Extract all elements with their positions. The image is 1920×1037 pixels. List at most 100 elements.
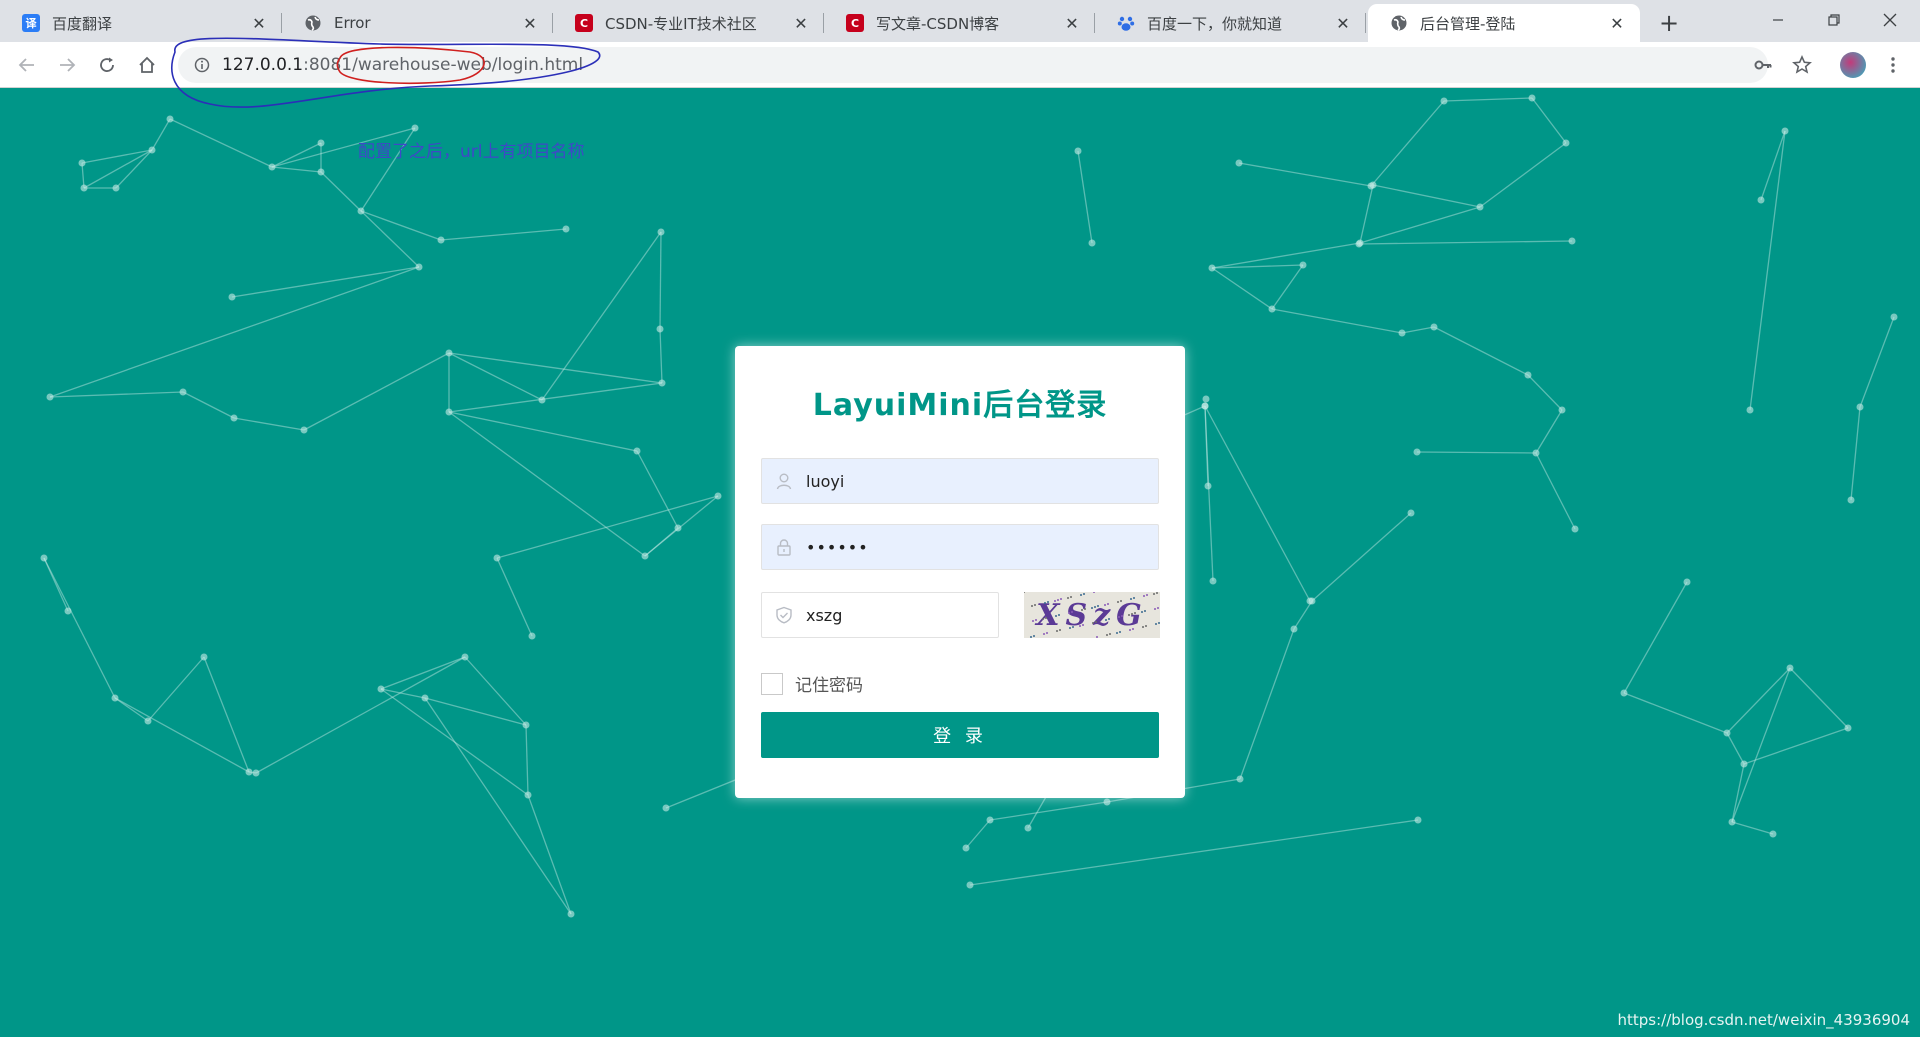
remember-checkbox[interactable] xyxy=(761,672,783,695)
network-edge xyxy=(1211,242,1361,269)
network-edge xyxy=(525,724,529,796)
network-edge xyxy=(1726,732,1745,765)
network-node xyxy=(1088,239,1096,247)
network-node xyxy=(148,146,156,154)
captcha-noise-dot xyxy=(1079,625,1081,627)
captcha-noise-dot xyxy=(1143,595,1145,597)
captcha-noise-dot xyxy=(1080,594,1082,596)
network-edge xyxy=(1433,326,1529,376)
network-node xyxy=(1201,402,1209,410)
network-edge xyxy=(43,557,116,699)
captcha-noise-dot xyxy=(1030,636,1032,638)
captcha-noise-dot xyxy=(1142,626,1144,628)
network-node xyxy=(1558,406,1566,414)
network-node xyxy=(228,293,236,301)
network-edge xyxy=(303,352,450,431)
captcha-noise-dot xyxy=(1035,619,1037,621)
network-edge xyxy=(1760,130,1786,201)
network-edge xyxy=(1743,727,1849,765)
network-edge xyxy=(1531,97,1567,144)
network-node xyxy=(562,225,570,233)
captcha-noise-dot xyxy=(1032,620,1034,622)
captcha-noise-dot xyxy=(1093,592,1095,593)
captcha-field[interactable] xyxy=(761,592,999,638)
captcha-noise-dot xyxy=(1058,614,1060,616)
network-node xyxy=(252,769,260,777)
network-node xyxy=(1532,449,1540,457)
network-node xyxy=(1236,775,1244,783)
network-edge xyxy=(1204,405,1311,602)
captcha-image[interactable]: XSzG xyxy=(1024,592,1160,638)
network-node xyxy=(317,139,325,147)
remember-password[interactable]: 记住密码 xyxy=(761,671,863,696)
captcha-noise-dot xyxy=(1154,608,1156,610)
username-field[interactable] xyxy=(761,458,1159,504)
password-field[interactable]: •••••• xyxy=(761,524,1159,570)
network-node xyxy=(445,408,453,416)
network-edge xyxy=(151,118,171,151)
network-edge xyxy=(169,118,273,168)
network-edge xyxy=(464,656,527,726)
network-edge xyxy=(255,656,466,774)
network-edge xyxy=(233,417,305,431)
network-node xyxy=(80,184,88,192)
network-edge xyxy=(147,656,205,722)
captcha-noise-dot xyxy=(1117,601,1119,603)
network-node xyxy=(1562,139,1570,147)
network-edge xyxy=(1535,452,1576,530)
network-node xyxy=(377,685,385,693)
network-node xyxy=(493,554,501,562)
captcha-noise-dot xyxy=(1105,619,1107,621)
network-edge xyxy=(527,794,572,915)
annotation-circle-path xyxy=(336,46,485,85)
captcha-noise-dot xyxy=(1083,593,1085,595)
network-node xyxy=(528,632,536,640)
captcha-noise-dot xyxy=(1144,610,1146,612)
network-node xyxy=(1757,196,1765,204)
network-node xyxy=(962,844,970,852)
network-edge xyxy=(1293,600,1313,630)
captcha-input[interactable] xyxy=(806,605,986,625)
network-node xyxy=(714,492,722,500)
network-edge xyxy=(1359,206,1481,244)
network-node xyxy=(1407,509,1415,517)
captcha-noise-dot xyxy=(1155,623,1157,625)
network-node xyxy=(144,717,152,725)
network-edge xyxy=(320,171,362,212)
network-edge xyxy=(1479,142,1567,208)
network-edge xyxy=(496,557,533,637)
captcha-noise-dot xyxy=(1069,627,1071,629)
captcha-noise-dot xyxy=(1034,604,1036,606)
network-edge xyxy=(1850,406,1861,501)
captcha-noise-dot xyxy=(1068,612,1070,614)
network-edge xyxy=(644,495,719,557)
network-edge xyxy=(271,166,322,173)
captcha-noise-dot xyxy=(1057,599,1059,601)
network-edge xyxy=(1731,821,1774,835)
network-node xyxy=(1847,496,1855,504)
network-node xyxy=(1571,525,1579,533)
network-edge xyxy=(1731,667,1791,823)
network-edge xyxy=(969,819,1419,886)
network-node xyxy=(1369,181,1377,189)
network-edge xyxy=(203,656,250,773)
network-node xyxy=(230,414,238,422)
username-input[interactable] xyxy=(806,471,1146,491)
login-button[interactable]: 登 录 xyxy=(761,712,1159,758)
network-node xyxy=(111,694,119,702)
network-node xyxy=(1440,97,1448,105)
captcha-noise-dot xyxy=(1056,630,1058,632)
network-node xyxy=(966,881,974,889)
network-node xyxy=(461,653,469,661)
captcha-noise-dot xyxy=(1043,633,1045,635)
network-edge xyxy=(440,228,567,241)
network-node xyxy=(633,447,641,455)
network-node xyxy=(357,207,365,215)
captcha-noise-dot xyxy=(1156,592,1158,594)
network-node xyxy=(1723,729,1731,737)
captcha-noise-dot xyxy=(1096,636,1098,638)
password-input[interactable]: •••••• xyxy=(806,538,869,557)
network-node xyxy=(567,910,575,918)
network-node xyxy=(1781,127,1789,135)
captcha-noise-dot xyxy=(1109,633,1111,635)
